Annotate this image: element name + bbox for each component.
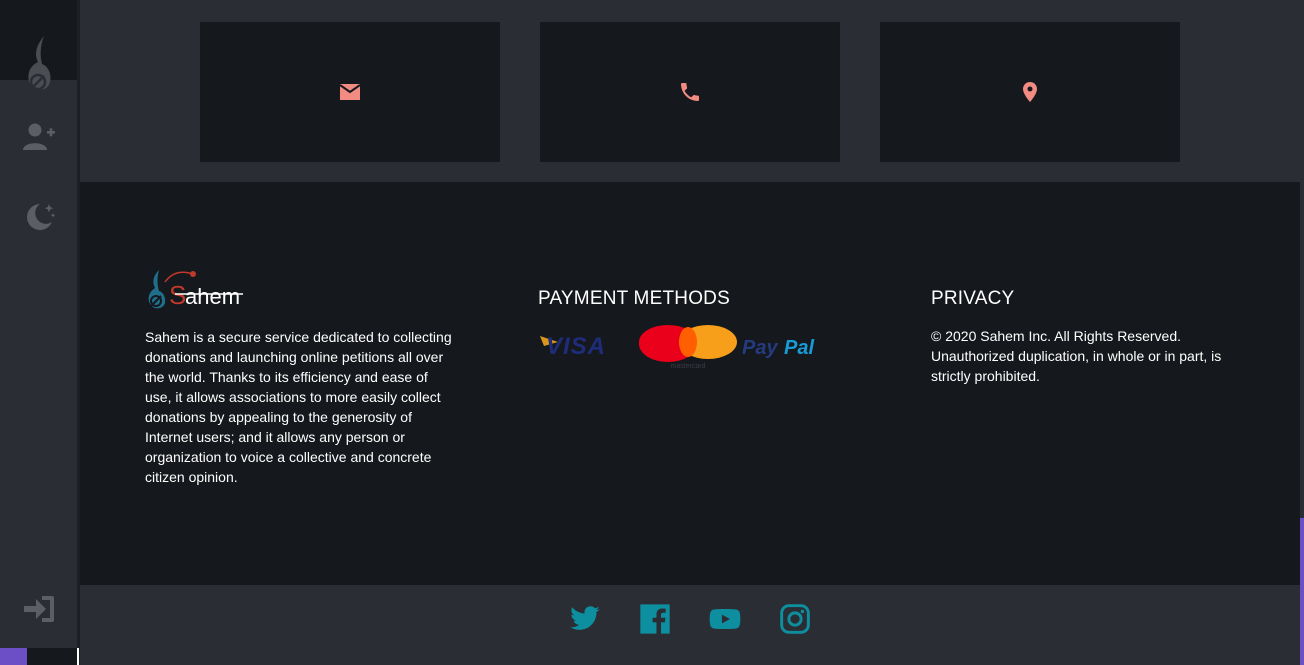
youtube-icon[interactable]: [709, 603, 741, 635]
svg-text:Pal: Pal: [784, 337, 814, 359]
visa-logo: VISA: [540, 333, 606, 360]
footer: S ahem Sahem is a secure service dedicat…: [80, 182, 1300, 585]
contact-card-phone[interactable]: [540, 22, 840, 162]
contact-card-email[interactable]: [200, 22, 500, 162]
svg-text:S: S: [169, 280, 186, 310]
svg-text:mastercard: mastercard: [670, 363, 705, 370]
sidebar-logo-box: [0, 0, 77, 91]
sign-in-icon[interactable]: [22, 592, 56, 626]
sidebar-bottom: [27, 648, 77, 665]
phone-icon: [681, 83, 699, 101]
contact-section: [80, 0, 1300, 182]
svg-text:Pay: Pay: [742, 337, 778, 359]
payment-methods-title: PAYMENT METHODS: [538, 288, 730, 309]
social-links-bar: [80, 585, 1300, 665]
location-pin-icon: [1023, 82, 1037, 102]
twitter-icon[interactable]: [569, 603, 601, 635]
payment-logos: VISA mastercard Pay Pal: [540, 325, 814, 370]
dark-mode-icon[interactable]: [22, 200, 56, 234]
add-user-icon[interactable]: [22, 120, 56, 154]
mail-icon: [339, 84, 361, 100]
sidebar: [0, 0, 77, 665]
svg-text:VISA: VISA: [546, 333, 606, 360]
scrollbar-track[interactable]: [1300, 0, 1304, 518]
sahem-brand-logo: S ahem: [148, 270, 243, 310]
edge-marker: [77, 648, 79, 665]
instagram-icon[interactable]: [779, 603, 811, 635]
privacy-title: PRIVACY: [931, 288, 1015, 309]
saheem-logo-icon[interactable]: [20, 34, 58, 96]
mastercard-logo: mastercard: [639, 325, 737, 370]
facebook-icon[interactable]: [639, 603, 671, 635]
svg-text:ahem: ahem: [185, 284, 240, 309]
paypal-logo: Pay Pal: [742, 337, 814, 359]
contact-card-location[interactable]: [880, 22, 1180, 162]
privacy-text: © 2020 Sahem Inc. All Rights Reserved. U…: [931, 328, 1222, 384]
about-text: Sahem is a secure service dedicated to c…: [145, 329, 452, 485]
scrollbar-thumb[interactable]: [1300, 518, 1304, 665]
sidebar-accent: [0, 648, 27, 665]
